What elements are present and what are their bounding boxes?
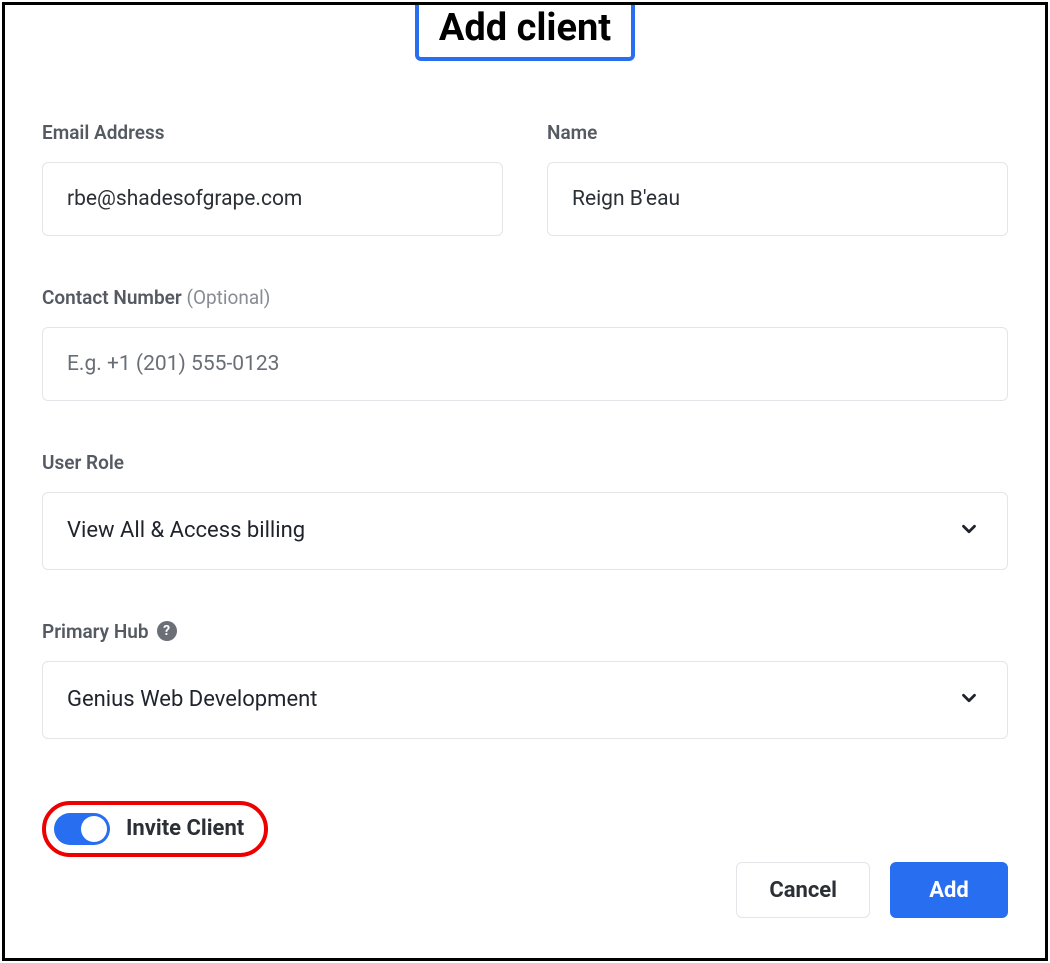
role-selected-value: View All & Access billing	[67, 518, 305, 543]
add-client-dialog: Add client Email Address Name Contact Nu…	[2, 2, 1048, 961]
cancel-button[interactable]: Cancel	[736, 862, 870, 918]
email-field-group: Email Address	[42, 121, 503, 236]
hub-selected-value: Genius Web Development	[67, 687, 317, 712]
contact-input[interactable]	[42, 327, 1008, 401]
hub-select-wrap: Genius Web Development	[42, 661, 1008, 739]
dialog-content: Add client Email Address Name Contact Nu…	[5, 5, 1045, 958]
role-select[interactable]: View All & Access billing	[42, 492, 1008, 570]
role-select-wrap: View All & Access billing	[42, 492, 1008, 570]
email-label: Email Address	[42, 121, 503, 144]
hub-label: Primary Hub	[42, 620, 149, 643]
chevron-down-icon	[958, 687, 980, 713]
hub-field-group: Primary Hub ? Genius Web Development	[42, 620, 1008, 739]
contact-field-group: Contact Number (Optional)	[42, 286, 1008, 401]
name-input[interactable]	[547, 162, 1008, 236]
hub-select[interactable]: Genius Web Development	[42, 661, 1008, 739]
invite-client-label: Invite Client	[126, 816, 244, 841]
chevron-down-icon	[958, 518, 980, 544]
name-label: Name	[547, 121, 1008, 144]
dialog-title-wrap: Add client	[42, 5, 1008, 61]
help-icon[interactable]: ?	[157, 621, 177, 641]
role-label: User Role	[42, 451, 1008, 474]
row-email-name: Email Address Name	[42, 121, 1008, 236]
dialog-footer: Cancel Add	[42, 862, 1008, 928]
dialog-title: Add client	[415, 5, 635, 61]
contact-label-text: Contact Number	[42, 286, 182, 309]
name-field-group: Name	[547, 121, 1008, 236]
email-input[interactable]	[42, 162, 503, 236]
role-field-group: User Role View All & Access billing	[42, 451, 1008, 570]
invite-client-toggle[interactable]	[54, 813, 110, 845]
invite-toggle-highlight: Invite Client	[42, 801, 268, 857]
toggle-knob	[81, 816, 107, 842]
contact-label: Contact Number (Optional)	[42, 286, 1008, 309]
contact-optional-text: (Optional)	[186, 286, 270, 309]
invite-toggle-section: Invite Client	[42, 801, 1008, 857]
add-button[interactable]: Add	[890, 862, 1008, 918]
hub-label-row: Primary Hub ?	[42, 620, 1008, 643]
form-area: Email Address Name Contact Number (Optio…	[42, 121, 1008, 739]
